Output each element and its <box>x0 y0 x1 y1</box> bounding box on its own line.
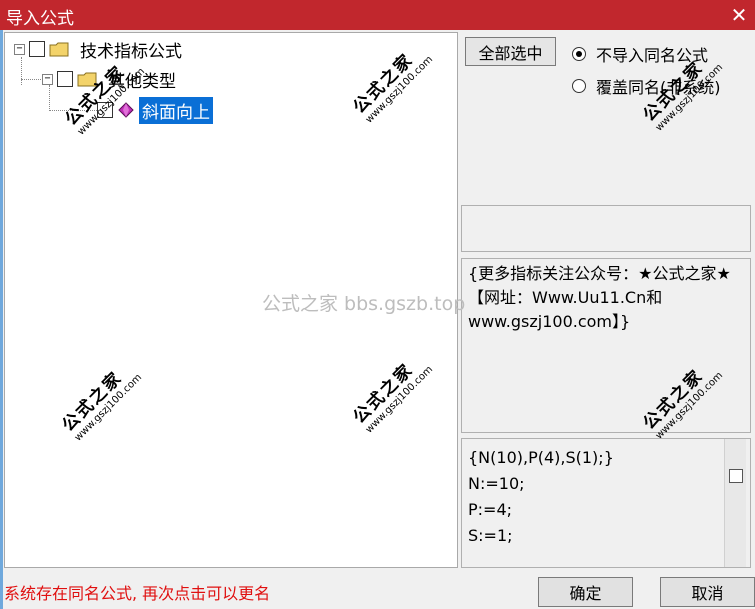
tree-node-category[interactable]: − 其他类型 <box>42 66 179 92</box>
close-button[interactable]: ✕ <box>727 3 751 27</box>
tree-node-root[interactable]: − 技术指标公式 <box>14 36 185 62</box>
code-line: S:=1; <box>468 526 513 545</box>
formula-gem-icon <box>117 101 135 119</box>
select-all-button[interactable]: 全部选中 <box>465 37 556 66</box>
tree-connector <box>21 79 41 80</box>
radio-button[interactable] <box>572 47 586 61</box>
code-scrollbar[interactable] <box>724 439 746 567</box>
code-line: N:=10; <box>468 474 525 493</box>
radio-label: 不导入同名公式 <box>596 46 709 65</box>
window-title: 导入公式 <box>6 9 74 29</box>
status-message: 系统存在同名公式, 再次点击可以更名 <box>4 584 271 603</box>
radio-button[interactable] <box>572 79 586 93</box>
category-checkbox[interactable] <box>57 71 73 87</box>
formula-checkbox[interactable] <box>97 102 113 118</box>
description-field <box>461 205 751 252</box>
formula-tree-pane[interactable]: − 技术指标公式 − 其他类型 斜面向上 <box>4 32 458 568</box>
ok-button[interactable]: 确定 <box>538 577 633 607</box>
radio-skip-duplicates[interactable]: 不导入同名公式 <box>572 42 708 66</box>
formula-code-view: {N(10),P(4),S(1);} N:=10; P:=4; S:=1; <box>461 438 751 568</box>
code-line: P:=4; <box>468 500 513 519</box>
folder-icon <box>49 42 69 57</box>
collapse-toggle[interactable]: − <box>42 73 53 85</box>
tree-node-formula[interactable]: 斜面向上 <box>97 96 213 124</box>
window-left-edge <box>0 30 3 609</box>
radio-overwrite-duplicates[interactable]: 覆盖同名(非系统) <box>572 74 721 98</box>
tree-connector <box>49 110 101 111</box>
radio-label: 覆盖同名(非系统) <box>596 78 721 97</box>
tree-node-label: 技术指标公式 <box>80 41 182 62</box>
cancel-button[interactable]: 取消 <box>660 577 755 607</box>
folder-icon <box>77 72 97 87</box>
tree-node-label: 斜面向上 <box>139 96 213 124</box>
root-checkbox[interactable] <box>29 41 45 57</box>
collapse-toggle[interactable]: − <box>14 43 25 55</box>
tree-node-label: 其他类型 <box>108 71 176 92</box>
code-checkbox[interactable] <box>729 469 743 483</box>
title-bar[interactable]: 导入公式 ✕ <box>0 0 755 30</box>
formula-info-text: {更多指标关注公众号：★公式之家★ 【网址：Www.Uu11.Cn和www.gs… <box>461 258 751 433</box>
code-line: {N(10),P(4),S(1);} <box>468 448 614 467</box>
